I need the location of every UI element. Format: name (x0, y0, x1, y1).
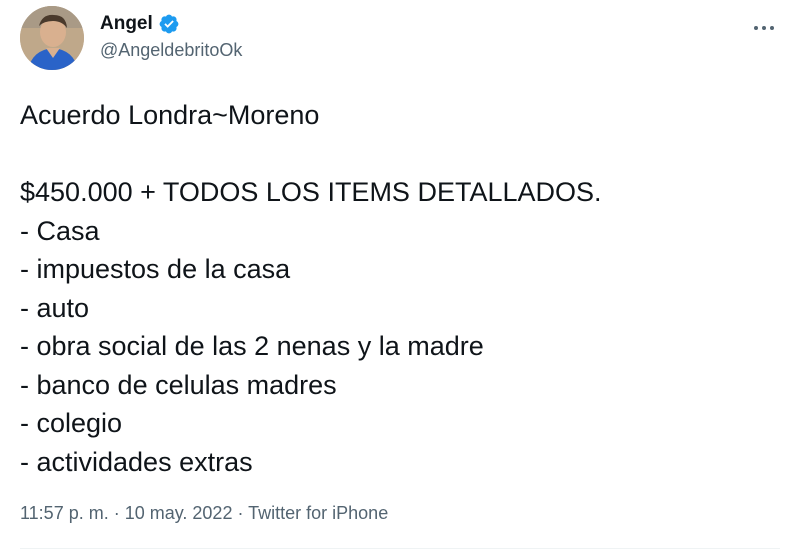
tweet-line: - banco de celulas madres (20, 369, 337, 400)
tweet-line: - Casa (20, 215, 100, 246)
avatar[interactable] (20, 6, 84, 70)
tweet-line: $450.000 + TODOS LOS ITEMS DETALLADOS. (20, 177, 602, 207)
display-name-row: Angel (100, 12, 242, 36)
tweet-date[interactable]: 10 may. 2022 (125, 503, 233, 523)
tweet-line: - actividades extras (20, 446, 253, 477)
divider (20, 548, 780, 549)
tweet-time[interactable]: 11:57 p. m. (20, 503, 109, 523)
tweet-line: - obra social de las 2 nenas y la madre (20, 331, 484, 361)
tweet-meta: 11:57 p. m. · 10 may. 2022 · Twitter for… (20, 503, 388, 524)
tweet-text: Acuerdo Londra~Moreno $450.000 + TODOS L… (20, 96, 780, 481)
user-info: Angel @AngeldebritoOk (100, 12, 242, 61)
tweet-header: Angel @AngeldebritoOk (20, 6, 780, 72)
verified-badge-icon (158, 13, 180, 35)
more-dots-icon[interactable] (750, 18, 778, 38)
tweet: Angel @AngeldebritoOk Acuerdo Londra~Mor… (0, 0, 800, 555)
meta-separator: · (108, 503, 125, 523)
tweet-source[interactable]: Twitter for iPhone (248, 503, 388, 523)
user-handle[interactable]: @AngeldebritoOk (100, 40, 242, 61)
tweet-line: - auto (20, 292, 90, 323)
meta-separator: · (232, 503, 249, 523)
tweet-line: - colegio (20, 408, 123, 438)
tweet-line: - impuestos de la casa (20, 254, 291, 284)
tweet-line (20, 135, 780, 174)
tweet-line: Acuerdo Londra~Moreno (20, 100, 320, 130)
display-name[interactable]: Angel (100, 13, 153, 35)
